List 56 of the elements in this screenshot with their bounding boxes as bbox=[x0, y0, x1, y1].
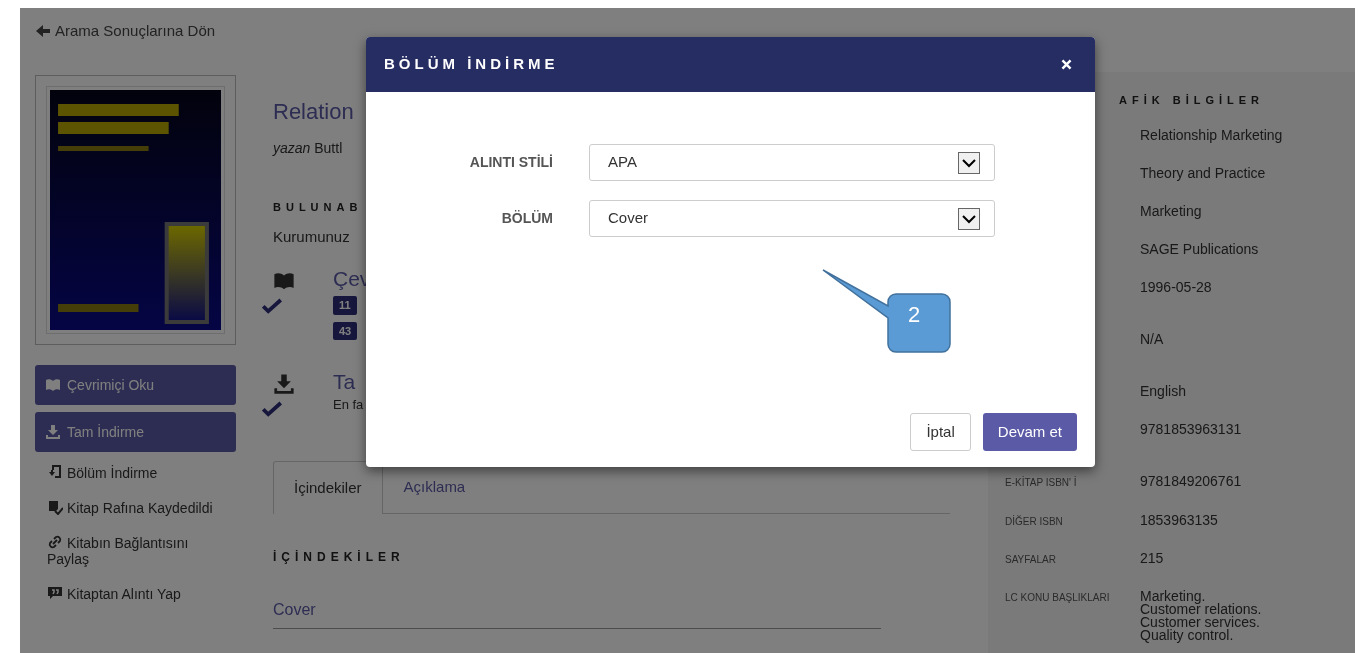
detail-value: Marketing bbox=[1140, 204, 1203, 218]
action-link[interactable]: Kitaptan Alıntı Yap bbox=[35, 585, 236, 603]
option-note: En fa bbox=[333, 396, 365, 415]
detail-label: SAYFALAR bbox=[1005, 552, 1057, 567]
toc-link[interactable]: Cover bbox=[273, 589, 881, 629]
detail-value: 215 bbox=[1140, 551, 1165, 565]
select-field[interactable]: Cover bbox=[589, 200, 995, 237]
close-button[interactable] bbox=[1060, 58, 1073, 71]
option-title: Ta bbox=[333, 371, 357, 396]
action-button[interactable]: Çevrimiçi Oku bbox=[35, 365, 236, 406]
detail-value: N/A bbox=[1140, 332, 1165, 346]
book-icon bbox=[45, 377, 61, 394]
detail-value: SAGE Publications bbox=[1140, 242, 1260, 256]
download-icon bbox=[273, 373, 295, 395]
caret-icon bbox=[958, 207, 980, 230]
detail-value: 1996-05-28 bbox=[1140, 280, 1213, 294]
bookmark-check-icon bbox=[47, 499, 63, 516]
continue-button[interactable]: Devam et bbox=[982, 413, 1077, 451]
quote-icon bbox=[47, 585, 63, 602]
action-link[interactable]: Bölüm İndirme bbox=[35, 464, 236, 482]
detail-label: DİĞER ISBN bbox=[1005, 514, 1064, 529]
detail-value: Relationship Marketing bbox=[1140, 128, 1284, 142]
tab[interactable]: İçindekiler bbox=[273, 461, 383, 514]
availability-text: Kurumunuz bbox=[273, 226, 351, 247]
field-label: BÖLÜM bbox=[500, 209, 554, 228]
select-field[interactable]: APA bbox=[589, 144, 995, 181]
field-label: ALINTI STİLİ bbox=[468, 153, 554, 172]
link-icon bbox=[47, 534, 63, 551]
action-link[interactable]: Kitap Rafına Kaydedildi bbox=[35, 499, 236, 517]
section-heading: BULUNAB bbox=[273, 200, 364, 216]
detail-label: LC KONU BAŞLIKLARI bbox=[1005, 590, 1111, 605]
action-link[interactable]: Kitabın Bağlantısını Paylaş bbox=[35, 534, 236, 568]
count-badge: 11 bbox=[333, 296, 357, 315]
count-badge: 43 bbox=[333, 321, 358, 341]
caret-icon bbox=[958, 151, 980, 174]
section-heading: AFİK BİLGİLER bbox=[1119, 93, 1266, 108]
arrow-left-icon bbox=[35, 23, 51, 40]
detail-value: English bbox=[1140, 384, 1187, 398]
detail-value: 1853963135 bbox=[1140, 513, 1219, 527]
cancel-button[interactable]: İptal bbox=[910, 413, 971, 451]
chapter-download-icon bbox=[47, 464, 63, 481]
tab[interactable]: Açıklama bbox=[382, 461, 487, 513]
download-icon bbox=[45, 424, 61, 441]
callout-number: 2 bbox=[906, 302, 922, 328]
detail-value: Marketing. Customer relations. Customer services. Quality control. bbox=[1140, 589, 1263, 642]
close-icon bbox=[1060, 58, 1073, 71]
author-line: yazan Buttl bbox=[273, 139, 344, 159]
section-heading: İÇİNDEKİLER bbox=[273, 548, 406, 566]
back-link[interactable]: Arama Sonuçlarına Dön bbox=[35, 20, 216, 43]
action-button[interactable]: Tam İndirme bbox=[35, 412, 236, 453]
detail-value: Theory and Practice bbox=[1140, 166, 1267, 180]
detail-value: 9781849206761 bbox=[1140, 474, 1243, 488]
detail-value: 9781853963131 bbox=[1140, 422, 1243, 436]
dialog-title: BÖLÜM İNDİRME bbox=[384, 54, 559, 75]
book-icon bbox=[273, 270, 295, 292]
book-title: Relation bbox=[273, 98, 355, 127]
